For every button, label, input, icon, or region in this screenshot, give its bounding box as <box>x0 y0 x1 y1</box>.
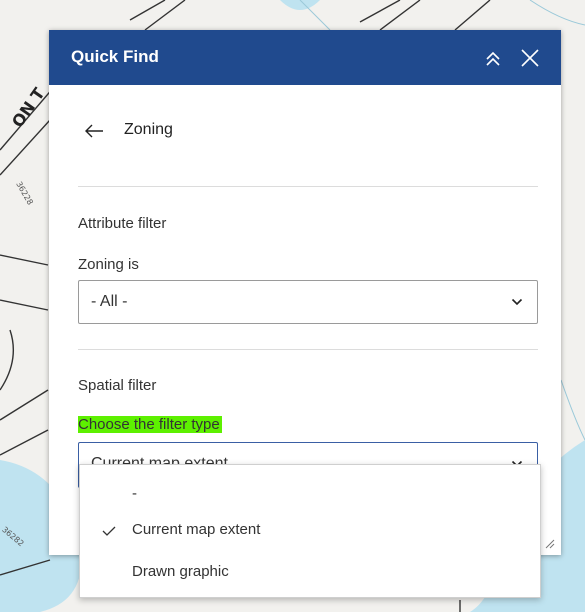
filter-type-options: - Current map extent Drawn graphic <box>79 464 541 598</box>
filter-type-label-wrap: Choose the filter type <box>78 416 222 433</box>
panel-title: Quick Find <box>71 47 159 66</box>
layer-title: Zoning <box>124 121 173 138</box>
option-label: - <box>132 485 137 502</box>
divider <box>78 186 538 187</box>
option-drawn-graphic[interactable]: Drawn graphic <box>80 555 540 589</box>
divider <box>78 349 538 350</box>
option-none[interactable]: - <box>80 477 540 511</box>
attribute-filter-heading: Attribute filter <box>78 215 167 232</box>
back-button[interactable]: Zoning <box>78 119 538 143</box>
zoning-field-label: Zoning is <box>78 256 139 273</box>
option-label: Current map extent <box>132 521 261 538</box>
resize-handle-icon[interactable] <box>543 537 555 549</box>
close-icon[interactable] <box>518 46 542 70</box>
spatial-filter-heading: Spatial filter <box>78 377 157 394</box>
chevron-down-icon <box>511 298 523 306</box>
arrow-left-icon[interactable] <box>84 123 104 139</box>
double-chevron-up-icon[interactable] <box>481 46 505 70</box>
option-current-map-extent[interactable]: Current map extent <box>80 513 540 547</box>
checkmark-icon <box>102 526 116 536</box>
zoning-select-value: - All - <box>91 293 128 310</box>
option-label: Drawn graphic <box>132 563 229 580</box>
zoning-select[interactable]: - All - <box>78 280 538 324</box>
filter-type-label: Choose the filter type <box>78 416 222 433</box>
panel-header: Quick Find <box>49 30 561 85</box>
